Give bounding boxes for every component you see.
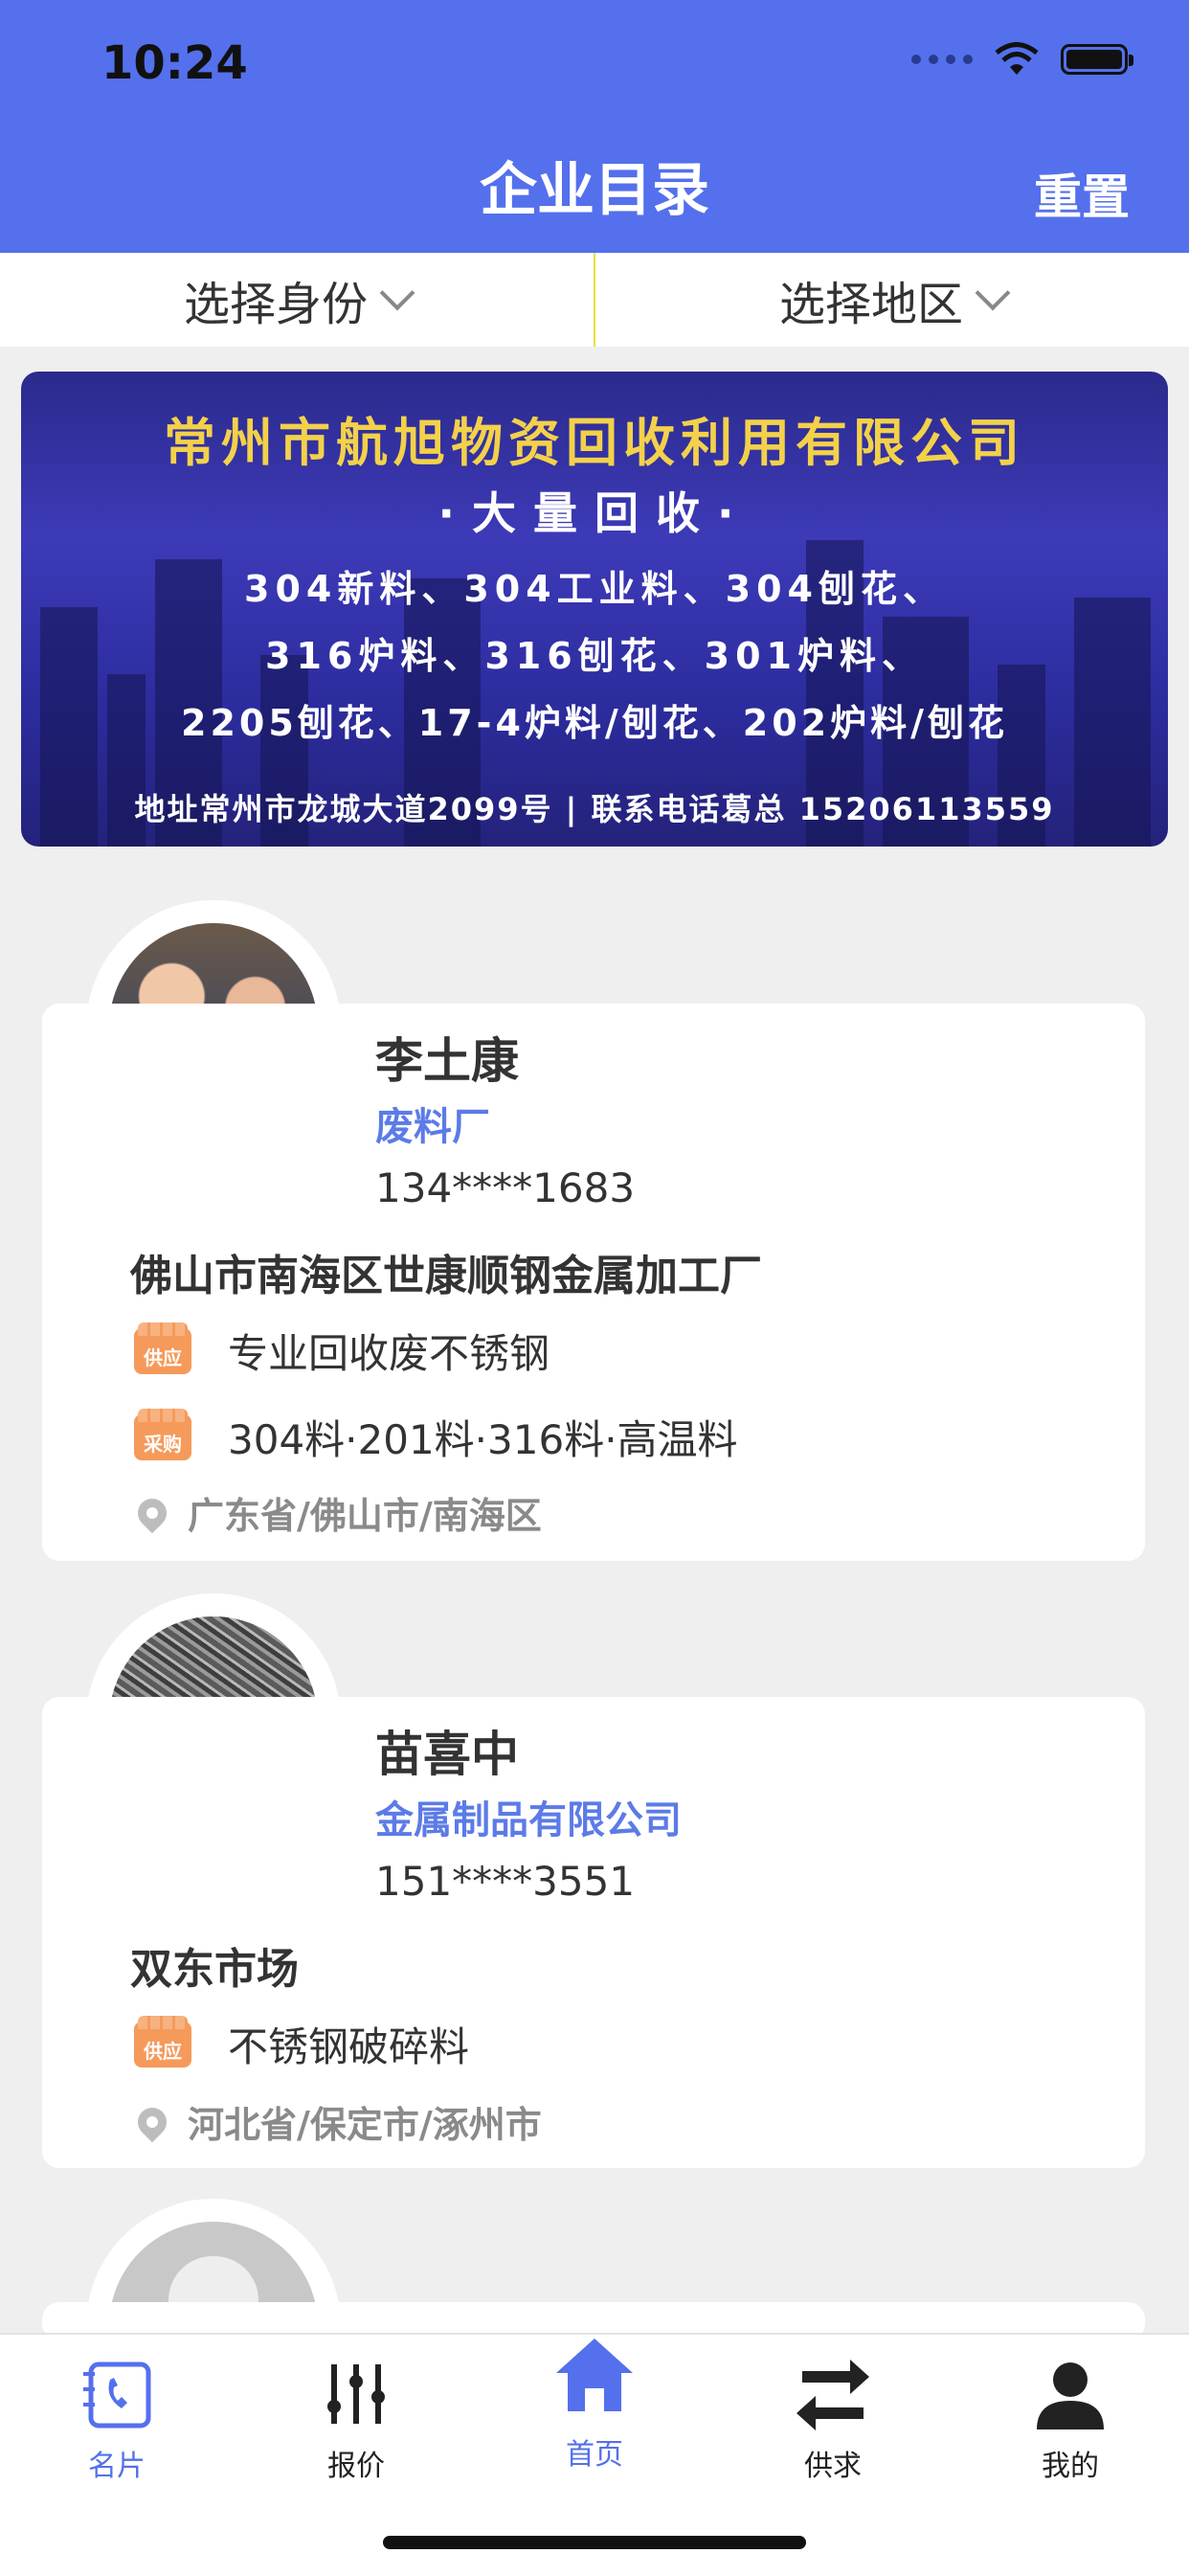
tab-quote[interactable]: 报价 xyxy=(280,2354,433,2484)
user-icon xyxy=(994,2354,1147,2434)
sliders-icon xyxy=(280,2354,433,2434)
banner-company: 常州市航旭物资回收利用有限公司 xyxy=(164,413,1025,473)
contact-phone[interactable]: 134****1683 xyxy=(375,1164,635,1211)
status-icons xyxy=(911,42,1133,77)
banner-headline: ·大量回收· xyxy=(437,487,752,539)
identity-filter[interactable]: 选择身份 xyxy=(0,253,594,347)
banner-line: 304新料、304工业料、304刨花、 xyxy=(244,568,945,610)
company-name: 双东市场 xyxy=(130,1945,299,1994)
company-name: 佛山市南海区世康顺钢金属加工厂 xyxy=(130,1252,762,1300)
tab-label: 名片 xyxy=(88,2450,146,2483)
tab-label: 我的 xyxy=(1042,2450,1099,2483)
company-card[interactable]: 李土康 废料厂 134****1683 佛山市南海区世康顺钢金属加工厂 供应 专… xyxy=(42,1004,1145,1561)
contact-name: 李土康 xyxy=(375,1033,519,1089)
exchange-icon xyxy=(756,2354,909,2434)
card-phone-icon xyxy=(40,2354,193,2434)
home-icon xyxy=(518,2327,671,2423)
identity-filter-label: 选择身份 xyxy=(183,278,368,331)
tab-label: 报价 xyxy=(327,2450,385,2483)
purchase-badge-icon: 采购 xyxy=(134,1408,191,1460)
supply-text: 不锈钢破碎料 xyxy=(228,2023,470,2070)
chevron-down-icon xyxy=(975,275,1011,311)
wifi-icon xyxy=(995,42,1039,75)
location-pin-icon xyxy=(131,1492,173,1533)
supply-row: 供应 不锈钢破碎料 xyxy=(134,2015,469,2073)
contact-role: 废料厂 xyxy=(375,1105,490,1149)
tab-home[interactable]: 首页 xyxy=(518,2327,671,2473)
contact-phone[interactable]: 151****3551 xyxy=(375,1858,635,1905)
location-text: 广东省/佛山市/南海区 xyxy=(188,1495,542,1537)
contact-name: 苗喜中 xyxy=(375,1727,519,1782)
status-time: 10:24 xyxy=(101,36,248,90)
purchase-row: 采购 304料·201料·316料·高温料 xyxy=(134,1408,738,1466)
region-filter[interactable]: 选择地区 xyxy=(595,253,1189,347)
signal-icon xyxy=(911,55,973,64)
tab-label: 供求 xyxy=(804,2450,862,2483)
battery-icon xyxy=(1061,44,1133,75)
location-row: 广东省/佛山市/南海区 xyxy=(131,1486,542,1539)
supply-row: 供应 专业回收废不锈钢 xyxy=(134,1322,550,1380)
banner-contact: 地址常州市龙城大道2099号 | 联系电话葛总 15206113559 xyxy=(134,791,1055,827)
supply-badge-icon: 供应 xyxy=(134,1322,191,1374)
contact-role: 金属制品有限公司 xyxy=(375,1798,682,1842)
company-card[interactable]: 苗喜中 金属制品有限公司 151****3551 双东市场 供应 不锈钢破碎料 … xyxy=(42,1697,1145,2168)
tab-card[interactable]: 名片 xyxy=(40,2354,193,2484)
home-indicator xyxy=(383,2536,806,2549)
location-row: 河北省/保定市/涿州市 xyxy=(131,2095,542,2148)
banner-line: 316炉料、316刨花、301炉料、 xyxy=(265,635,924,677)
header-bar: 10:24 企业目录 重置 xyxy=(0,0,1189,253)
location-pin-icon xyxy=(131,2101,173,2142)
supply-text: 专业回收废不锈钢 xyxy=(228,1330,550,1377)
region-filter-label: 选择地区 xyxy=(778,278,963,331)
ad-banner[interactable]: 常州市航旭物资回收利用有限公司 ·大量回收· 304新料、304工业料、304刨… xyxy=(21,372,1168,847)
filter-bar: 选择身份 选择地区 xyxy=(0,253,1189,347)
supply-badge-icon: 供应 xyxy=(134,2015,191,2068)
location-text: 河北省/保定市/涿州市 xyxy=(188,2104,542,2146)
page-title: 企业目录 xyxy=(480,157,709,224)
tab-supply-demand[interactable]: 供求 xyxy=(756,2354,909,2484)
purchase-text: 304料·201料·316料·高温料 xyxy=(228,1416,738,1463)
tab-mine[interactable]: 我的 xyxy=(994,2354,1147,2484)
banner-line: 2205刨花、17-4炉料/刨花、202炉料/刨花 xyxy=(181,702,1008,744)
chevron-down-icon xyxy=(379,275,415,311)
reset-button[interactable]: 重置 xyxy=(1034,159,1130,228)
tab-label: 首页 xyxy=(566,2438,623,2472)
